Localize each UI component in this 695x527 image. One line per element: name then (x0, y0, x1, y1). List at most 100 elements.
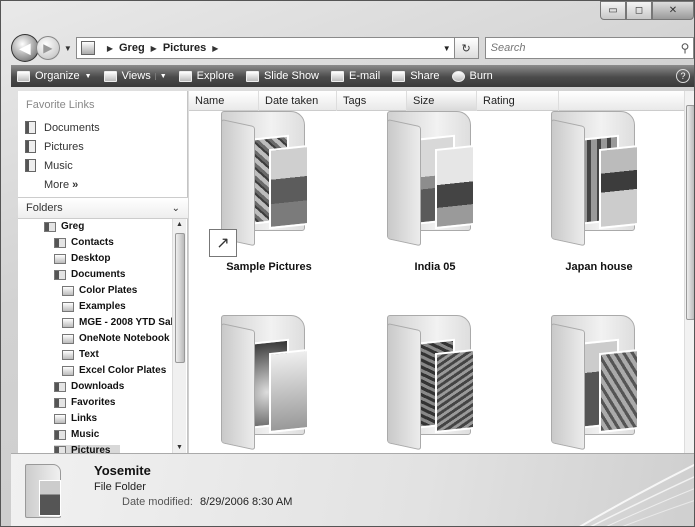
tree-label: Documents (71, 269, 126, 280)
explore-button[interactable]: Explore (173, 65, 240, 87)
search-input[interactable] (490, 42, 678, 54)
minimize-button[interactable]: ▭ (600, 1, 626, 20)
folder-tile-sample-pictures[interactable]: ↗ Sample Pictures (199, 111, 339, 291)
tree-label: Color Plates (79, 285, 138, 296)
address-dropdown-icon[interactable]: ▼ (440, 44, 454, 53)
tree-label: Music (71, 429, 100, 440)
scroll-up-icon[interactable]: ▲ (176, 221, 183, 228)
breadcrumb-pictures[interactable]: Pictures (163, 42, 206, 54)
folders-title: Folders (26, 202, 63, 214)
details-pane: Yosemite File Folder Date modified: 8/29… (11, 453, 694, 526)
folder-icon (62, 333, 74, 344)
photo-folder-icon (219, 315, 315, 451)
address-row: ◀ ▶ ▼ ▶ Greg ▶ Pictures ▶ ▼ ↻ ⚲ (11, 34, 694, 62)
command-bar: Organize ▼ Views ▼ Explore Slide Show E-… (11, 65, 694, 87)
tree-item-excel-color-plates[interactable]: Excel Color Plates (62, 365, 166, 376)
forward-button[interactable]: ▶ (35, 36, 60, 60)
organize-button[interactable]: Organize ▼ (11, 65, 98, 87)
scrollbar-thumb[interactable] (175, 233, 185, 363)
file-list-scrollbar[interactable] (684, 91, 694, 453)
help-button[interactable]: ? (676, 69, 690, 83)
favorite-pictures[interactable]: Pictures (25, 140, 84, 153)
tree-item-examples[interactable]: Examples (62, 301, 126, 312)
address-bar[interactable]: ▶ Greg ▶ Pictures ▶ ▼ (75, 37, 455, 59)
column-date-taken[interactable]: Date taken (259, 91, 337, 111)
tree-item-favorites[interactable]: Favorites (54, 397, 115, 408)
tree-label: Greg (61, 221, 85, 232)
more-label: More (44, 179, 70, 191)
folder-tree: Greg Contacts Desktop Documents Color Pl… (18, 219, 172, 453)
tree-item-links[interactable]: Links (54, 413, 97, 424)
recent-pages-dropdown[interactable]: ▼ (62, 44, 74, 53)
tree-item-music[interactable]: Music (54, 429, 99, 440)
back-button[interactable]: ◀ (11, 34, 39, 62)
search-box[interactable]: ⚲ (484, 37, 694, 59)
folder-icon (80, 41, 95, 55)
tree-item-onenote[interactable]: OneNote Notebook (62, 333, 170, 344)
date-modified-label: Date modified: (122, 496, 193, 508)
folder-icon (62, 317, 74, 328)
music-folder-icon (54, 429, 66, 440)
tree-label: Favorites (71, 397, 116, 408)
maximize-button[interactable]: ◻ (626, 1, 652, 20)
tile-label: India 05 (414, 261, 456, 273)
column-name[interactable]: Name (189, 91, 259, 111)
folder-tile-japan-house[interactable]: Japan house (529, 111, 669, 291)
search-icon[interactable]: ⚲ (677, 41, 693, 55)
views-button[interactable]: Views ▼ (98, 65, 173, 87)
more-links[interactable]: More » (44, 179, 78, 191)
tree-label: Downloads (71, 381, 125, 392)
folders-header[interactable]: Folders ⌄ (18, 197, 188, 219)
tree-item-text[interactable]: Text (62, 349, 99, 360)
tree-item-contacts[interactable]: Contacts (54, 237, 114, 248)
chevron-right-icon[interactable]: ▶ (212, 44, 218, 53)
burn-label: Burn (469, 70, 493, 82)
views-label: Views (121, 70, 151, 82)
tree-item-desktop[interactable]: Desktop (54, 253, 110, 264)
email-button[interactable]: E-mail (325, 65, 386, 87)
details-date-modified: Date modified: 8/29/2006 8:30 AM (122, 496, 292, 508)
tree-item-color-plates[interactable]: Color Plates (62, 285, 137, 296)
shortcut-arrow-icon: ↗ (209, 229, 237, 257)
tree-item-downloads[interactable]: Downloads (54, 381, 124, 392)
burn-disc-icon (451, 70, 465, 82)
organize-label: Organize (35, 70, 80, 82)
tree-item-pictures[interactable]: Pictures (54, 445, 121, 453)
tree-label: MGE - 2008 YTD Sale (79, 317, 172, 328)
share-button[interactable]: Share (386, 65, 445, 87)
favorite-label: Documents (44, 121, 100, 134)
column-size[interactable]: Size (407, 91, 477, 111)
refresh-button[interactable]: ↻ (454, 37, 479, 59)
folder-icon (62, 349, 74, 360)
photo-folder-icon (549, 315, 645, 451)
tree-label: Excel Color Plates (79, 365, 167, 376)
favorite-documents[interactable]: Documents (25, 121, 100, 134)
tree-item-documents[interactable]: Documents (54, 269, 125, 280)
chevron-down-icon[interactable]: ▼ (154, 72, 167, 80)
folder-thumbnail-icon (25, 464, 65, 520)
tree-item-greg[interactable]: Greg (44, 221, 84, 232)
column-rating[interactable]: Rating (477, 91, 559, 111)
scroll-down-icon[interactable]: ▼ (176, 444, 183, 451)
chevron-down-icon: ⌄ (171, 202, 180, 214)
close-button[interactable]: ✕ (652, 1, 694, 20)
column-tags[interactable]: Tags (337, 91, 407, 111)
documents-icon (25, 121, 36, 134)
chevron-right-icon[interactable]: ▶ (151, 44, 157, 53)
chevron-right-icon[interactable]: ▶ (107, 44, 113, 53)
slideshow-button[interactable]: Slide Show (240, 65, 325, 87)
burn-button[interactable]: Burn (446, 65, 499, 87)
favorites-folder-icon (54, 397, 66, 408)
folder-icon (62, 285, 74, 296)
folder-tile-india-05[interactable]: India 05 (365, 111, 505, 291)
navigation-pane: Favorite Links Documents Pictures Music … (18, 91, 188, 453)
tree-item-mge-2008[interactable]: MGE - 2008 YTD Sale (62, 317, 172, 328)
breadcrumb-greg[interactable]: Greg (119, 42, 145, 54)
favorite-music[interactable]: Music (25, 159, 73, 172)
tree-label: Desktop (71, 253, 111, 264)
tree-label: Examples (79, 301, 126, 312)
photo-folder-icon (219, 111, 315, 247)
folder-tree-scrollbar[interactable]: ▲ ▼ (172, 219, 186, 453)
scrollbar-thumb[interactable] (686, 105, 694, 320)
contacts-folder-icon (54, 237, 66, 248)
